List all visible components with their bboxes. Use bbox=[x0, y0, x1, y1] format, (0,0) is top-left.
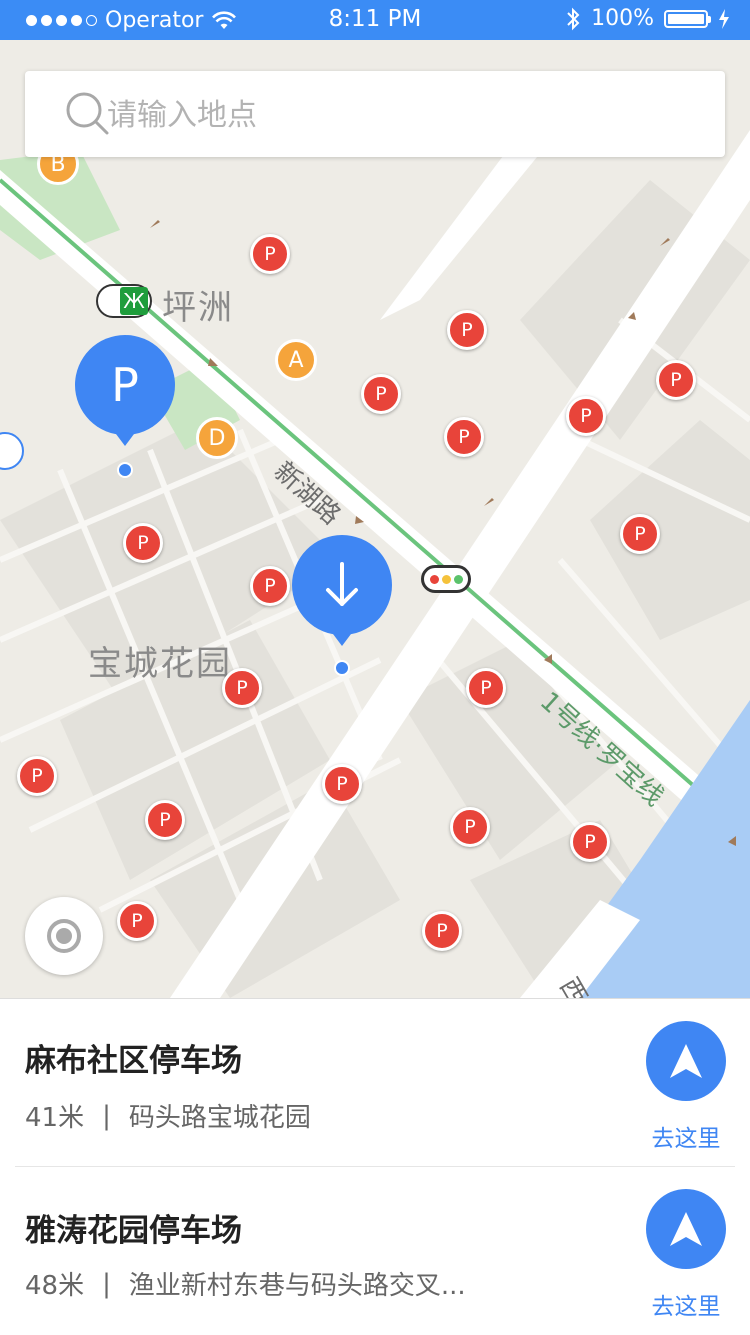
parking-marker[interactable]: P bbox=[466, 668, 506, 708]
navigation-arrow-icon bbox=[670, 1044, 702, 1078]
navigate-label[interactable]: 去这里 bbox=[636, 1287, 736, 1321]
locate-me-button[interactable] bbox=[25, 897, 103, 975]
separator: | bbox=[102, 1100, 111, 1131]
bluetooth-icon bbox=[567, 7, 580, 30]
charging-icon bbox=[719, 8, 729, 29]
parking-marker[interactable]: P bbox=[570, 822, 610, 862]
parking-name: 雅涛花园停车场 bbox=[25, 1213, 242, 1249]
results-panel: 麻布社区停车场 41米 | 码头路宝城花园 去这里 雅涛花园停车场 48米 | … bbox=[0, 998, 750, 1335]
parking-marker[interactable]: P bbox=[450, 807, 490, 847]
parking-marker[interactable]: P bbox=[656, 360, 696, 400]
pin-tail bbox=[330, 630, 354, 646]
navigate-button[interactable] bbox=[646, 1021, 726, 1101]
arrow-down-icon bbox=[326, 562, 358, 606]
selected-parking-pin[interactable]: P bbox=[75, 335, 175, 435]
navigate-button[interactable] bbox=[646, 1189, 726, 1269]
parking-marker[interactable]: P bbox=[117, 901, 157, 941]
entrance-marker-d[interactable]: D bbox=[196, 417, 238, 459]
separator: | bbox=[102, 1268, 111, 1299]
entrance-label: A bbox=[288, 347, 304, 373]
parking-marker[interactable]: P bbox=[422, 911, 462, 951]
result-item[interactable]: 麻布社区停车场 41米 | 码头路宝城花园 去这里 bbox=[0, 999, 750, 1167]
parking-marker[interactable]: P bbox=[322, 764, 362, 804]
destination-pin[interactable] bbox=[292, 535, 392, 635]
pin-anchor-dot bbox=[117, 462, 133, 478]
parking-marker[interactable]: P bbox=[250, 566, 290, 606]
parking-marker[interactable]: P bbox=[250, 234, 290, 274]
parking-name: 麻布社区停车场 bbox=[25, 1043, 242, 1079]
parking-marker[interactable]: P bbox=[447, 310, 487, 350]
map-view[interactable]: 坪洲 Ж 宝城花园 新湖路 1号线·罗宝线 西 D B A D P P P P … bbox=[0, 40, 750, 998]
status-bar: Operator 8:11 PM 100% bbox=[0, 0, 750, 40]
parking-detail: 41米 | 码头路宝城花园 bbox=[25, 1097, 311, 1134]
parking-marker[interactable]: P bbox=[620, 514, 660, 554]
traffic-light-icon bbox=[421, 565, 471, 593]
entrance-marker-a[interactable]: A bbox=[275, 339, 317, 381]
station-label: 坪洲 bbox=[162, 288, 234, 328]
pin-tail bbox=[113, 430, 137, 446]
search-bar[interactable] bbox=[25, 71, 725, 159]
address-label: 渔业新村东巷与码头路交叉... bbox=[128, 1271, 466, 1301]
area-label: 宝城花园 bbox=[88, 644, 232, 684]
parking-marker[interactable]: P bbox=[361, 374, 401, 414]
parking-detail: 48米 | 渔业新村东巷与码头路交叉... bbox=[25, 1265, 466, 1302]
pin-label: P bbox=[111, 358, 139, 412]
parking-marker[interactable]: P bbox=[145, 800, 185, 840]
metro-station-icon: Ж bbox=[96, 284, 152, 318]
battery-percent: 100% bbox=[591, 6, 654, 31]
parking-marker[interactable]: P bbox=[566, 396, 606, 436]
locate-icon bbox=[47, 919, 81, 953]
parking-marker[interactable]: P bbox=[123, 523, 163, 563]
parking-marker[interactable]: P bbox=[444, 417, 484, 457]
parking-marker[interactable]: P bbox=[17, 756, 57, 796]
address-label: 码头路宝城花园 bbox=[128, 1103, 311, 1133]
entrance-label: D bbox=[208, 425, 226, 451]
search-input[interactable] bbox=[105, 71, 709, 159]
navigate-label[interactable]: 去这里 bbox=[636, 1119, 736, 1153]
result-item[interactable]: 雅涛花园停车场 48米 | 渔业新村东巷与码头路交叉... 去这里 bbox=[0, 1167, 750, 1335]
battery-icon bbox=[664, 9, 711, 28]
distance-label: 48米 bbox=[25, 1271, 85, 1301]
distance-label: 41米 bbox=[25, 1103, 85, 1133]
parking-marker[interactable]: P bbox=[222, 668, 262, 708]
navigation-arrow-icon bbox=[670, 1212, 702, 1246]
current-location-dot bbox=[334, 660, 350, 676]
